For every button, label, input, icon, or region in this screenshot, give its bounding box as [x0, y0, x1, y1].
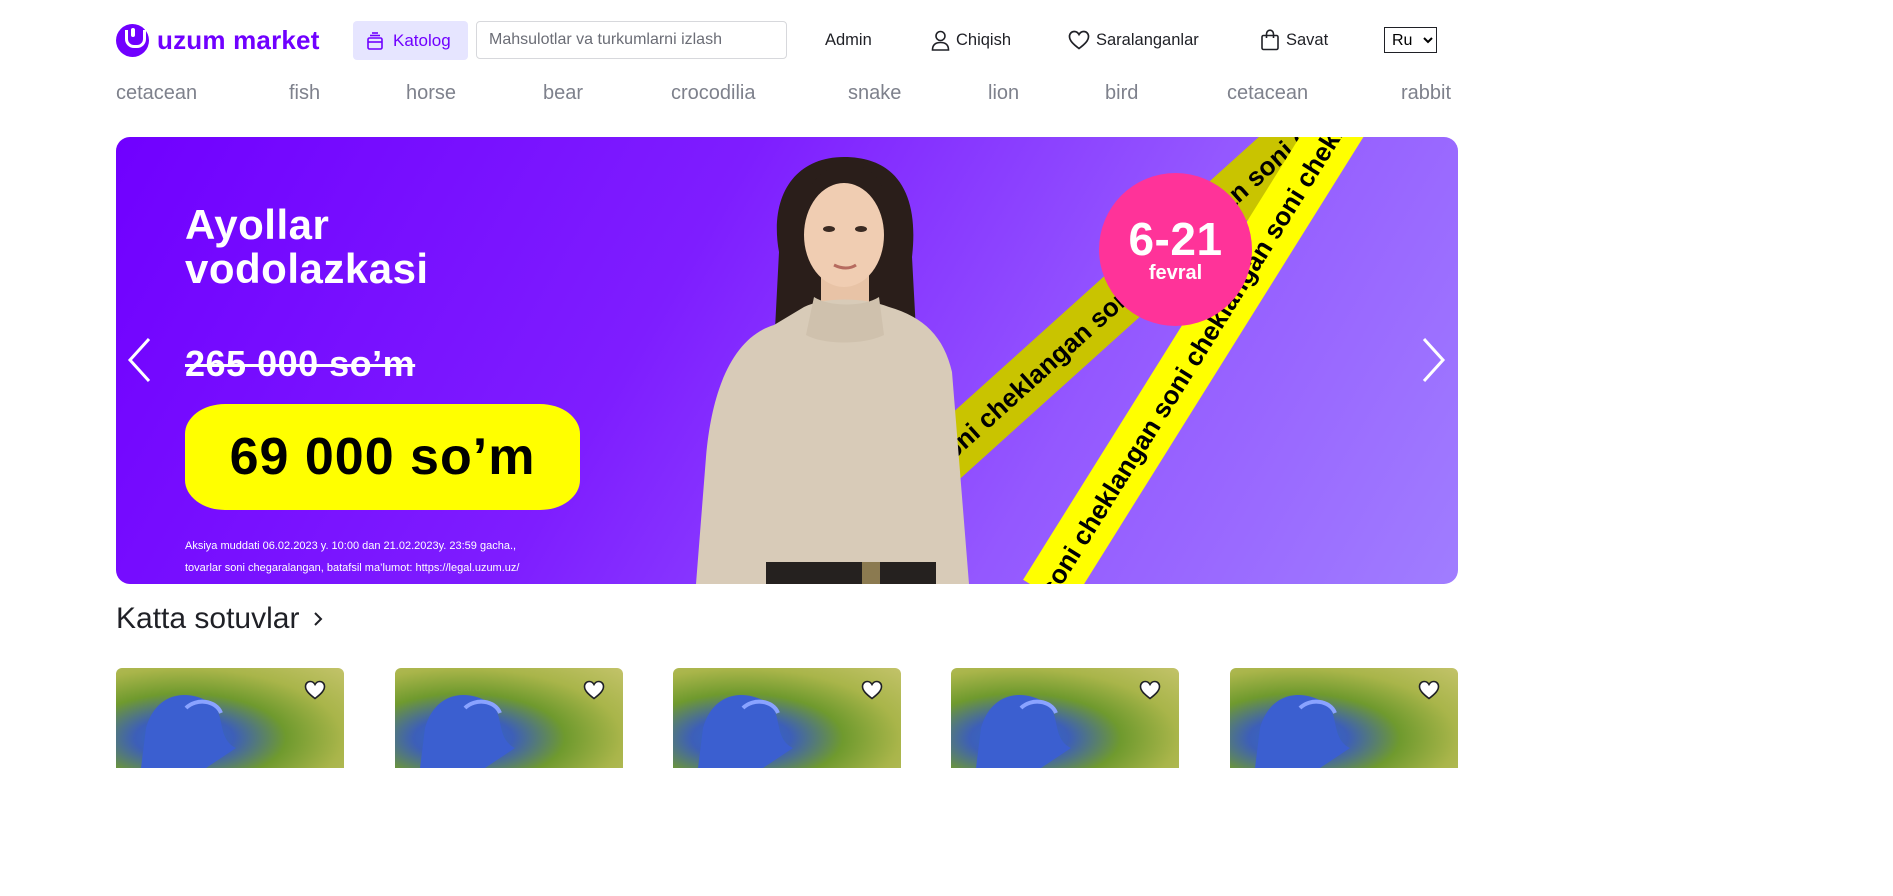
category-item[interactable]: horse [406, 82, 456, 105]
favorite-button[interactable] [1418, 680, 1440, 700]
favorite-button[interactable] [304, 680, 326, 700]
category-item[interactable]: cetacean [116, 82, 197, 105]
logo[interactable]: uzum market [116, 23, 320, 57]
catalog-icon [367, 31, 383, 50]
product-card[interactable] [951, 668, 1179, 768]
chevron-right-icon [314, 612, 323, 626]
favorite-button[interactable] [861, 680, 883, 700]
catalog-button[interactable]: Katolog [353, 21, 468, 60]
bag-icon [1261, 29, 1279, 51]
user-icon [931, 30, 950, 51]
product-card[interactable] [395, 668, 623, 768]
admin-link[interactable]: Admin [825, 20, 872, 60]
date-badge: 6-21 fevral [1099, 173, 1252, 326]
date-month: fevral [1148, 261, 1203, 284]
category-item[interactable]: snake [848, 82, 901, 105]
category-item[interactable]: bird [1105, 82, 1138, 105]
heart-icon [583, 680, 605, 700]
favorite-button[interactable] [1139, 680, 1161, 700]
model-image [696, 157, 969, 584]
logo-text: uzum market [157, 24, 320, 55]
section-title-text: Katta sotuvlar [116, 602, 300, 635]
product-card[interactable] [1230, 668, 1458, 768]
category-item[interactable]: rabbit [1401, 82, 1451, 105]
catalog-label: Katolog [393, 30, 451, 50]
favorites-link[interactable]: Saralanganlar [1068, 20, 1199, 60]
date-range: 6-21 [1128, 212, 1223, 265]
category-item[interactable]: lion [988, 82, 1019, 105]
product-card[interactable] [673, 668, 901, 768]
language-select[interactable]: Ru [1384, 27, 1437, 53]
legal-line: Aksiya muddati 06.02.2023 y. 10:00 dan 2… [185, 540, 517, 552]
chevron-right-icon [1422, 337, 1446, 383]
product-list [116, 668, 1458, 768]
banner-title-line: Ayollar [185, 201, 330, 248]
favorite-button[interactable] [583, 680, 605, 700]
product-card[interactable] [116, 668, 344, 768]
logout-link[interactable]: Chiqish [931, 20, 1011, 60]
old-price: 265 000 so’m [185, 343, 416, 384]
legal-line: tovarlar soni chegaralangan, batafsil ma… [185, 562, 520, 574]
category-item[interactable]: cetacean [1227, 82, 1308, 105]
header: uzum market Katolog Admin Chiqish Sarala… [116, 20, 1458, 60]
promo-banner[interactable]: soni cheklangan soni cheklangan soni che… [116, 137, 1458, 584]
favorites-label: Saralanganlar [1096, 30, 1199, 49]
category-item[interactable]: bear [543, 82, 583, 105]
heart-icon [861, 680, 883, 700]
heart-icon [1418, 680, 1440, 700]
cart-link[interactable]: Savat [1260, 20, 1328, 60]
legal-note: Aksiya muddati 06.02.2023 y. 10:00 dan 2… [185, 530, 519, 584]
heart-icon [304, 680, 326, 700]
heart-icon [1139, 680, 1161, 700]
cart-label: Savat [1286, 30, 1329, 49]
heart-icon [1068, 30, 1090, 50]
chevron-left-icon [127, 337, 151, 383]
slider-prev-button[interactable] [125, 335, 155, 385]
category-item[interactable]: crocodilia [671, 82, 755, 105]
category-bar: cetacean fish horse bear crocodilia snak… [116, 82, 1458, 108]
category-item[interactable]: fish [289, 82, 320, 105]
search-input[interactable] [476, 21, 787, 59]
banner-title-line: vodolazkasi [185, 245, 429, 292]
admin-label: Admin [825, 30, 872, 49]
section-title[interactable]: Katta sotuvlar [116, 602, 323, 636]
banner-title: Ayollar vodolazkasi [185, 203, 429, 291]
logo-icon [116, 23, 149, 57]
slider-next-button[interactable] [1418, 335, 1448, 385]
new-price: 69 000 so’m [185, 404, 580, 510]
logout-label: Chiqish [956, 30, 1012, 49]
